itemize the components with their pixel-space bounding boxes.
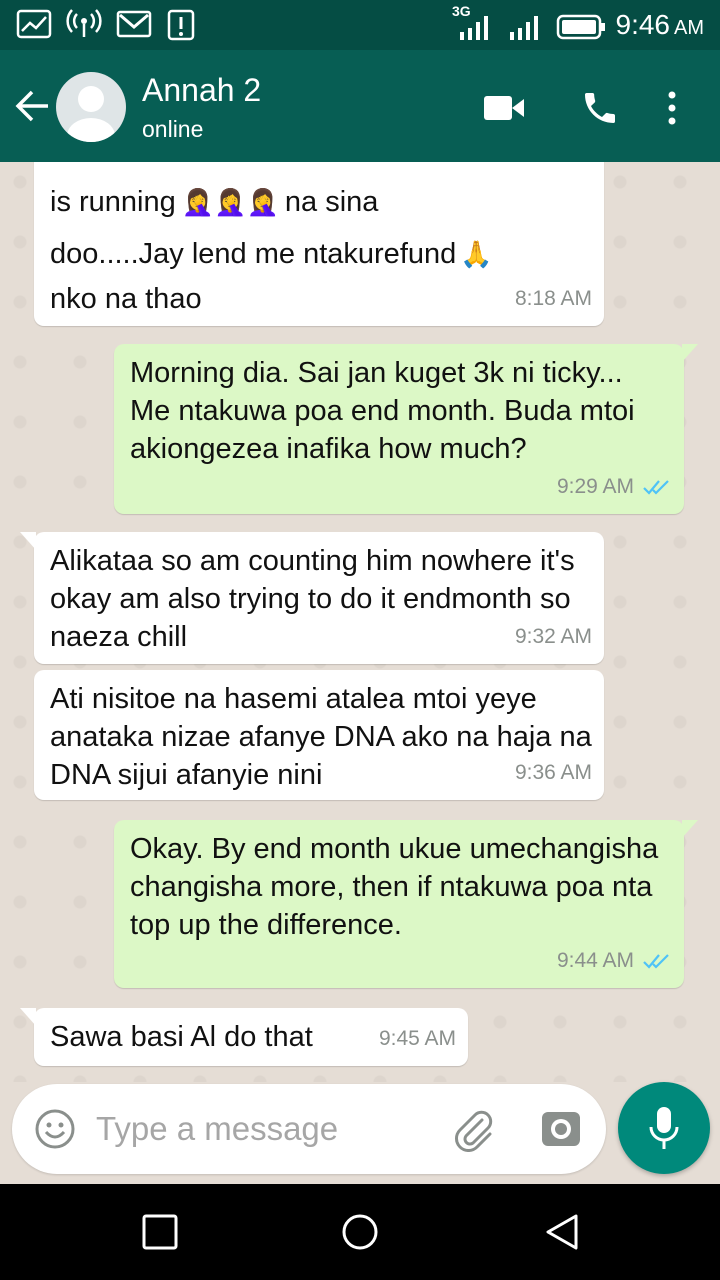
- status-bar: 3G 9:46 AM: [0, 0, 720, 50]
- read-tick-icon: [643, 954, 669, 969]
- message-time: 9:32 AM: [514, 625, 592, 648]
- video-call-icon[interactable]: [482, 86, 526, 130]
- recents-icon[interactable]: [138, 1210, 182, 1254]
- alert-icon: [167, 9, 195, 41]
- message-incoming[interactable]: Ati nisitoe na hasemi atalea mtoi yeye a…: [34, 670, 604, 800]
- chat-area[interactable]: is running 🤦‍♀️🤦‍♀️🤦‍♀️ na sina doo.....…: [0, 162, 720, 1082]
- facepalm-emoji: 🤦‍♀️🤦‍♀️🤦‍♀️: [181, 187, 279, 217]
- hotspot-icon: [66, 9, 102, 37]
- message-outgoing[interactable]: Okay. By end month ukue umechangisha cha…: [114, 820, 698, 988]
- message-composer: [12, 1084, 606, 1174]
- message-incoming[interactable]: Sawa basi Al do that 9:45 AM: [20, 1008, 468, 1066]
- message-time: 9:29 AM: [557, 468, 672, 506]
- battery-icon: [556, 14, 605, 40]
- back-arrow-icon[interactable]: [12, 86, 52, 126]
- message-time: 9:45 AM: [378, 1027, 456, 1050]
- avatar-icon[interactable]: [56, 72, 126, 142]
- message-incoming[interactable]: is running 🤦‍♀️🤦‍♀️🤦‍♀️ na sina doo.....…: [34, 162, 604, 326]
- message-incoming[interactable]: Alikataa so am counting him nowhere it's…: [20, 532, 604, 664]
- emoji-icon[interactable]: [34, 1108, 76, 1150]
- mic-button[interactable]: [618, 1082, 710, 1174]
- mic-icon: [649, 1107, 679, 1149]
- chart-icon: [16, 9, 52, 39]
- signal-icon: [510, 16, 538, 40]
- status-time: 9:46 AM: [615, 9, 705, 40]
- more-vert-icon[interactable]: [650, 86, 694, 130]
- signal-icon: [460, 16, 488, 40]
- camera-icon[interactable]: [540, 1108, 582, 1150]
- chat-header: Annah 2 online: [0, 50, 720, 162]
- message-time: 9:44 AM: [557, 942, 672, 980]
- pray-emoji: 🙏: [460, 239, 493, 269]
- back-icon[interactable]: [540, 1210, 584, 1254]
- voice-call-icon[interactable]: [578, 86, 622, 130]
- message-time: 9:36 AM: [514, 761, 592, 784]
- contact-status: online: [142, 116, 204, 142]
- message-outgoing[interactable]: Morning dia. Sai jan kuget 3k ni ticky..…: [114, 344, 698, 514]
- gmail-icon: [116, 10, 152, 38]
- message-time: 8:18 AM: [514, 287, 592, 310]
- message-input[interactable]: [96, 1104, 436, 1154]
- home-icon[interactable]: [338, 1210, 382, 1254]
- read-tick-icon: [643, 480, 669, 495]
- system-nav-bar: [0, 1184, 720, 1280]
- attachment-icon[interactable]: [450, 1106, 496, 1152]
- contact-name[interactable]: Annah 2: [142, 72, 261, 109]
